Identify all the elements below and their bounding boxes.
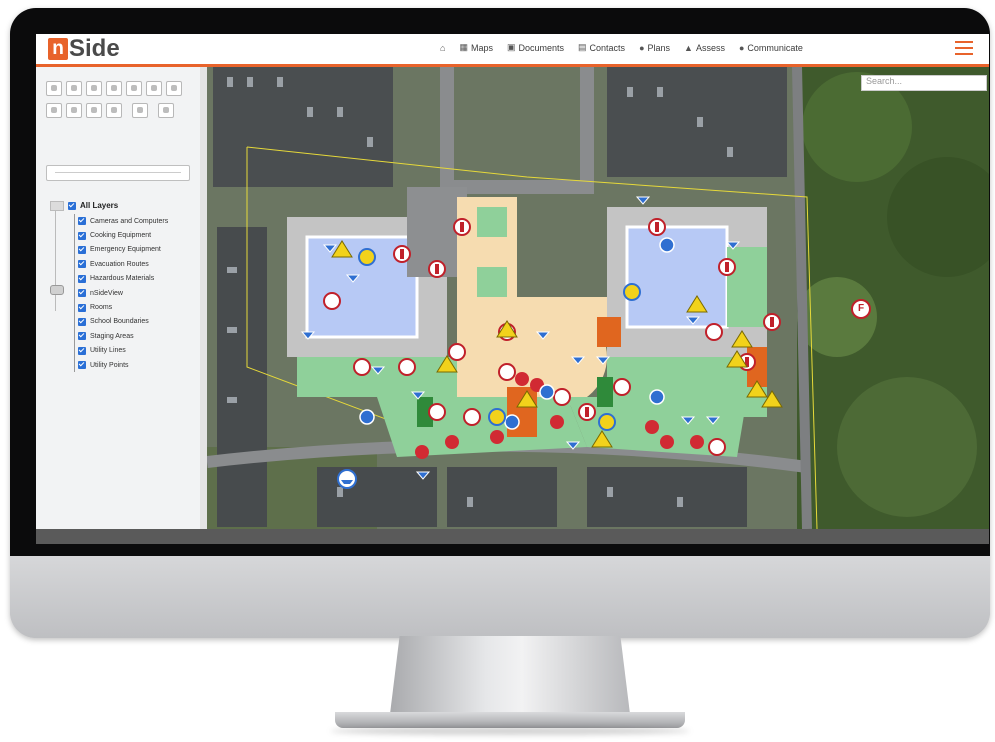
layer-label: School Boundaries	[90, 318, 149, 326]
checkbox-icon[interactable]	[78, 274, 86, 283]
tool-button[interactable]	[106, 103, 122, 118]
zoom-slider[interactable]	[50, 201, 64, 321]
nav-communicate[interactable]: ● Communicate	[739, 43, 803, 53]
app-header: n Side ⌂ ▦ Maps ▣ Documents ▤ Contacts ●…	[36, 34, 989, 67]
monitor-stand-base	[335, 712, 685, 728]
plans-icon: ●	[639, 42, 645, 53]
contacts-icon: ▤	[578, 42, 587, 52]
layer-label: Utility Lines	[90, 347, 126, 355]
monitor-chin	[10, 556, 990, 638]
layer-item[interactable]: nSideView	[78, 286, 168, 300]
layer-label: Evacuation Routes	[90, 260, 149, 268]
layer-all[interactable]: All Layers	[68, 201, 168, 210]
zoom-track	[55, 211, 56, 311]
tool-button[interactable]	[158, 103, 174, 118]
toolbar-row-2	[46, 103, 174, 118]
checkbox-icon[interactable]	[78, 346, 86, 355]
nav-assess[interactable]: ▲ Assess	[684, 43, 725, 53]
tool-button[interactable]	[132, 103, 148, 118]
layer-label: Cooking Equipment	[90, 232, 152, 240]
zoom-in-icon[interactable]	[50, 201, 64, 211]
map-canvas	[207, 67, 989, 529]
tool-button[interactable]	[126, 81, 142, 96]
nav-communicate-label: Communicate	[747, 42, 803, 53]
documents-icon: ▣	[506, 42, 516, 52]
checkbox-icon[interactable]	[78, 260, 86, 269]
logo-text: Side	[69, 35, 120, 62]
nav-plans-label: Plans	[647, 42, 671, 53]
checkbox-icon[interactable]	[68, 201, 76, 210]
home-icon: ⌂	[440, 42, 446, 53]
checkbox-icon[interactable]	[78, 332, 86, 341]
layer-tree: All Layers Cameras and Computers Cooking…	[68, 201, 168, 373]
checkbox-icon[interactable]	[78, 217, 86, 226]
checkbox-icon[interactable]	[78, 245, 86, 254]
tool-button[interactable]	[86, 103, 102, 118]
tool-button[interactable]	[106, 81, 122, 96]
stand-shadow	[330, 727, 690, 735]
toolbar-row-1	[46, 81, 182, 96]
layer-label: Cameras and Computers	[90, 217, 169, 225]
nav-contacts[interactable]: ▤ Contacts	[578, 42, 625, 53]
tool-button[interactable]	[46, 81, 62, 96]
layer-item[interactable]: Emergency Equipment	[78, 243, 168, 257]
tool-button[interactable]	[46, 103, 62, 118]
layer-item[interactable]: Staging Areas	[78, 329, 168, 343]
layer-label: Staging Areas	[90, 332, 134, 340]
nav-documents-label: Documents	[518, 42, 565, 53]
panel-scrollbar[interactable]	[200, 67, 207, 529]
app-screen: n Side ⌂ ▦ Maps ▣ Documents ▤ Contacts ●…	[36, 34, 989, 544]
layer-list: Cameras and Computers Cooking Equipment …	[74, 214, 168, 373]
layer-item[interactable]: Utility Points	[78, 358, 168, 372]
nav-contacts-label: Contacts	[589, 42, 626, 53]
layer-item[interactable]: Cooking Equipment	[78, 228, 168, 242]
layer-label: Utility Points	[90, 361, 129, 369]
layer-item[interactable]: Rooms	[78, 300, 168, 314]
logo-n-mark: n	[48, 38, 68, 60]
nav-home[interactable]: ⌂	[440, 43, 445, 53]
map-search-input[interactable]: Search...	[861, 75, 987, 91]
tool-button[interactable]	[86, 81, 102, 96]
nside-logo[interactable]: n Side	[48, 37, 120, 61]
layer-label: Hazardous Materials	[90, 275, 155, 283]
zoom-handle[interactable]	[50, 285, 64, 295]
checkbox-icon[interactable]	[78, 289, 86, 298]
layer-item[interactable]: Evacuation Routes	[78, 257, 168, 271]
layer-item[interactable]: School Boundaries	[78, 315, 168, 329]
tool-button[interactable]	[66, 81, 82, 96]
tool-button[interactable]	[66, 103, 82, 118]
nav-plans[interactable]: ● Plans	[639, 43, 670, 53]
monitor-frame: n Side ⌂ ▦ Maps ▣ Documents ▤ Contacts ●…	[10, 8, 990, 638]
layer-label: nSideView	[90, 289, 123, 297]
screen-bottom-bar	[36, 529, 989, 544]
checkbox-icon[interactable]	[78, 303, 86, 312]
layer-filter-input[interactable]	[46, 165, 190, 181]
map-icon: ▦	[459, 42, 468, 52]
hamburger-menu-icon[interactable]	[955, 41, 973, 55]
layer-all-label: All Layers	[80, 201, 119, 210]
campus-map[interactable]: Search... F	[207, 67, 989, 529]
layer-item[interactable]: Hazardous Materials	[78, 272, 168, 286]
tool-button[interactable]	[146, 81, 162, 96]
nav-assess-label: Assess	[695, 42, 725, 53]
fire-extinguisher-marker-icon[interactable]: F	[851, 299, 871, 319]
main-nav: ⌂ ▦ Maps ▣ Documents ▤ Contacts ● Plans	[440, 42, 803, 53]
nav-maps[interactable]: ▦ Maps	[459, 42, 493, 53]
tool-button[interactable]	[166, 81, 182, 96]
layer-label: Rooms	[90, 304, 113, 312]
layer-item[interactable]: Cameras and Computers	[78, 214, 168, 228]
monitor-stand-neck	[390, 636, 630, 714]
checkbox-icon[interactable]	[78, 231, 86, 240]
checkbox-icon[interactable]	[78, 317, 86, 326]
layer-item[interactable]: Utility Lines	[78, 344, 168, 358]
checkbox-icon[interactable]	[78, 361, 86, 370]
chat-icon: ●	[738, 42, 745, 53]
layer-label: Emergency Equipment	[90, 246, 161, 254]
nav-documents[interactable]: ▣ Documents	[507, 42, 564, 53]
layers-panel: All Layers Cameras and Computers Cooking…	[36, 67, 201, 529]
nav-maps-label: Maps	[470, 42, 493, 53]
warning-icon: ▲	[684, 42, 693, 53]
